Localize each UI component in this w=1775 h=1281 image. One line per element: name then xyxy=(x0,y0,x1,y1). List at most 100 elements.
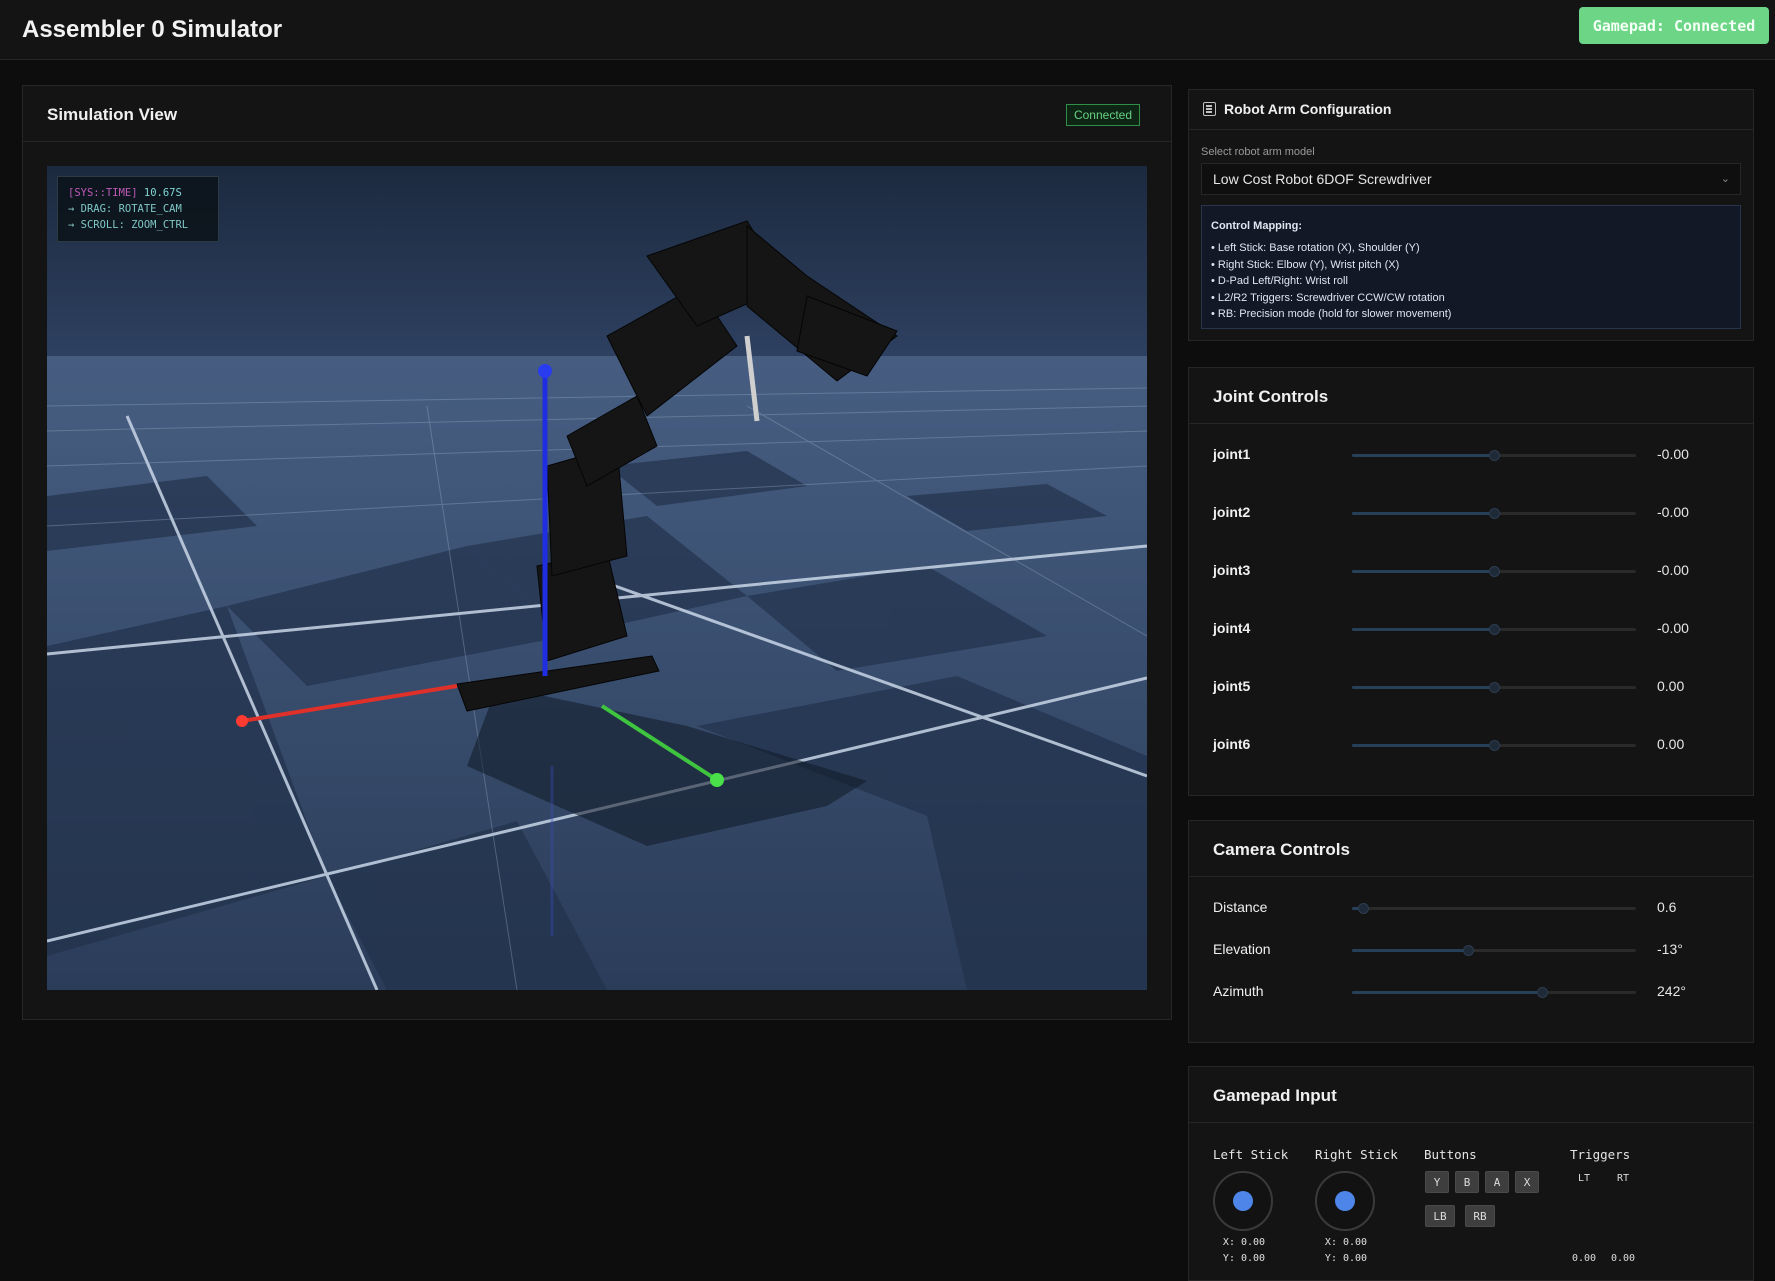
camera-slider[interactable] xyxy=(1352,903,1636,914)
joints-value: -0.00 xyxy=(1657,504,1689,520)
mapping-item: • D-Pad Left/Right: Wrist roll xyxy=(1211,275,1348,287)
joints-slider-thumb[interactable] xyxy=(1489,508,1500,519)
joints-slider-thumb[interactable] xyxy=(1489,566,1500,577)
control-mapping-title: Control Mapping: xyxy=(1211,220,1303,232)
joints-slider-thumb[interactable] xyxy=(1489,682,1500,693)
rt-value: 0.00 xyxy=(1611,1253,1636,1264)
left-stick-values: X: 0.00 Y: 0.00 xyxy=(1219,1235,1269,1267)
camera-slider-fill xyxy=(1352,991,1543,994)
rt-label: RT xyxy=(1617,1173,1630,1184)
gamepad-button-x: X xyxy=(1515,1171,1539,1193)
mapping-item: • L2/R2 Triggers: Screwdriver CCW/CW rot… xyxy=(1211,291,1445,304)
joints-slider[interactable] xyxy=(1352,508,1636,519)
joints-label: joint3 xyxy=(1213,562,1251,578)
camera-controls-header: Camera Controls xyxy=(1189,821,1753,877)
left-stick-x: X: 0.00 xyxy=(1222,1237,1266,1248)
joints-slider-thumb[interactable] xyxy=(1489,450,1500,461)
camera-slider-fill xyxy=(1352,949,1469,952)
camera-row-elevation: Elevation -13° xyxy=(1189,935,1753,965)
joints-label: joint6 xyxy=(1213,736,1251,752)
right-stick-values: X: 0.00 Y: 0.00 xyxy=(1321,1235,1371,1267)
mapping-item: • Right Stick: Elbow (Y), Wrist pitch (X… xyxy=(1211,258,1400,271)
gamepad-button-lb: LB xyxy=(1425,1205,1455,1227)
joint-controls-title: Joint Controls xyxy=(1213,387,1329,406)
left-stick-indicator xyxy=(1213,1171,1273,1231)
right-stick-indicator xyxy=(1315,1171,1375,1231)
camera-row-azimuth: Azimuth 242° xyxy=(1189,977,1753,1007)
joints-slider-thumb[interactable] xyxy=(1489,624,1500,635)
joints-slider-fill xyxy=(1352,686,1494,689)
joints-slider[interactable] xyxy=(1352,624,1636,635)
mapping-item: • Left Stick: Base rotation (X), Shoulde… xyxy=(1211,242,1420,254)
right-stick-x: X: 0.00 xyxy=(1324,1237,1368,1248)
camera-slider-thumb[interactable] xyxy=(1537,987,1549,998)
camera-value: 242° xyxy=(1657,983,1686,999)
camera-slider-thumb[interactable] xyxy=(1463,945,1475,956)
connection-status-badge: Connected xyxy=(1065,104,1140,126)
camera-value: 0.6 xyxy=(1657,899,1677,915)
robot-config-header: Robot Arm Configuration xyxy=(1189,90,1753,130)
hud-time-value: 10.67S xyxy=(143,187,182,199)
gamepad-status-badge: Gamepad: Connected xyxy=(1579,7,1769,44)
joints-value: 0.00 xyxy=(1657,736,1685,752)
robot-config-card: Robot Arm Configuration Select robot arm… xyxy=(1188,89,1754,341)
joints-slider[interactable] xyxy=(1352,682,1636,693)
right-stick-y: Y: 0.00 xyxy=(1324,1253,1368,1264)
chevron-down-icon: ⌄ xyxy=(1720,173,1730,185)
hud-drag-hint: → DRAG: ROTATE_CAM xyxy=(68,203,182,215)
joints-label: joint1 xyxy=(1213,446,1251,462)
mapping-item: • RB: Precision mode (hold for slower mo… xyxy=(1211,308,1452,320)
triggers-section: Triggers xyxy=(1570,1147,1630,1162)
joints-slider-fill xyxy=(1352,512,1494,515)
joints-value: -0.00 xyxy=(1657,446,1689,462)
camera-label: Elevation xyxy=(1213,941,1271,957)
joints-value: -0.00 xyxy=(1657,620,1689,636)
camera-slider[interactable] xyxy=(1352,945,1636,956)
joints-slider[interactable] xyxy=(1352,740,1636,751)
left-stick-label: Left Stick xyxy=(1213,1147,1289,1162)
gamepad-button-a: A xyxy=(1485,1171,1509,1193)
hud-overlay: [SYS::TIME] 10.67S → DRAG: ROTATE_CAM → … xyxy=(57,176,219,242)
app-title: Assembler 0 Simulator xyxy=(22,16,283,43)
gamepad-button-b: B xyxy=(1455,1171,1479,1193)
simulation-viewport[interactable]: [SYS::TIME] 10.67S → DRAG: ROTATE_CAM → … xyxy=(47,166,1147,990)
app-header: Assembler 0 Simulator Gamepad: Connected xyxy=(0,0,1775,60)
right-stick-section: Right Stick xyxy=(1315,1147,1398,1162)
camera-slider-thumb[interactable] xyxy=(1358,903,1370,914)
right-stick-label: Right Stick xyxy=(1315,1147,1398,1162)
camera-controls-title: Camera Controls xyxy=(1213,840,1350,859)
gamepad-button-rb: RB xyxy=(1465,1205,1495,1227)
model-select-label: Select robot arm model xyxy=(1201,146,1315,158)
camera-slider[interactable] xyxy=(1352,987,1636,998)
camera-value: -13° xyxy=(1657,941,1683,957)
hud-time-key: [SYS::TIME] xyxy=(68,187,138,199)
gamepad-input-header: Gamepad Input xyxy=(1189,1067,1753,1123)
joints-slider[interactable] xyxy=(1352,566,1636,577)
joints-row-joint5: joint5 0.00 xyxy=(1189,672,1753,702)
simulation-title: Simulation View xyxy=(47,105,178,124)
document-icon xyxy=(1203,102,1216,116)
lt-label: LT xyxy=(1578,1173,1591,1184)
robot-config-title: Robot Arm Configuration xyxy=(1224,101,1392,117)
gamepad-input-title: Gamepad Input xyxy=(1213,1086,1337,1105)
gamepad-button-y: Y xyxy=(1425,1171,1449,1193)
buttons-label: Buttons xyxy=(1424,1147,1477,1162)
joints-slider-fill xyxy=(1352,744,1494,747)
joints-row-joint6: joint6 0.00 xyxy=(1189,730,1753,760)
model-select[interactable]: Low Cost Robot 6DOF Screwdriver ⌄ xyxy=(1201,163,1741,195)
camera-controls-card: Camera Controls Distance 0.6 Elevation -13°… xyxy=(1188,820,1754,1043)
joint-controls-card: Joint Controls joint1 -0.00 joint2 -0.00 joi… xyxy=(1188,367,1754,796)
joints-label: joint5 xyxy=(1213,678,1251,694)
joints-slider[interactable] xyxy=(1352,450,1636,461)
left-stick-section: Left Stick xyxy=(1213,1147,1288,1162)
buttons-section: Buttons xyxy=(1424,1147,1477,1162)
joints-value: -0.00 xyxy=(1657,562,1689,578)
left-stick-dot xyxy=(1233,1191,1253,1211)
joints-slider-thumb[interactable] xyxy=(1489,740,1500,751)
triggers-label: Triggers xyxy=(1570,1147,1631,1162)
joints-label: joint4 xyxy=(1213,620,1251,636)
joints-slider-fill xyxy=(1352,454,1494,457)
joints-slider-fill xyxy=(1352,570,1494,573)
gamepad-input-card: Gamepad Input Left Stick X: 0.00 Y: 0.00… xyxy=(1188,1066,1754,1281)
joints-row-joint4: joint4 -0.00 xyxy=(1189,614,1753,644)
